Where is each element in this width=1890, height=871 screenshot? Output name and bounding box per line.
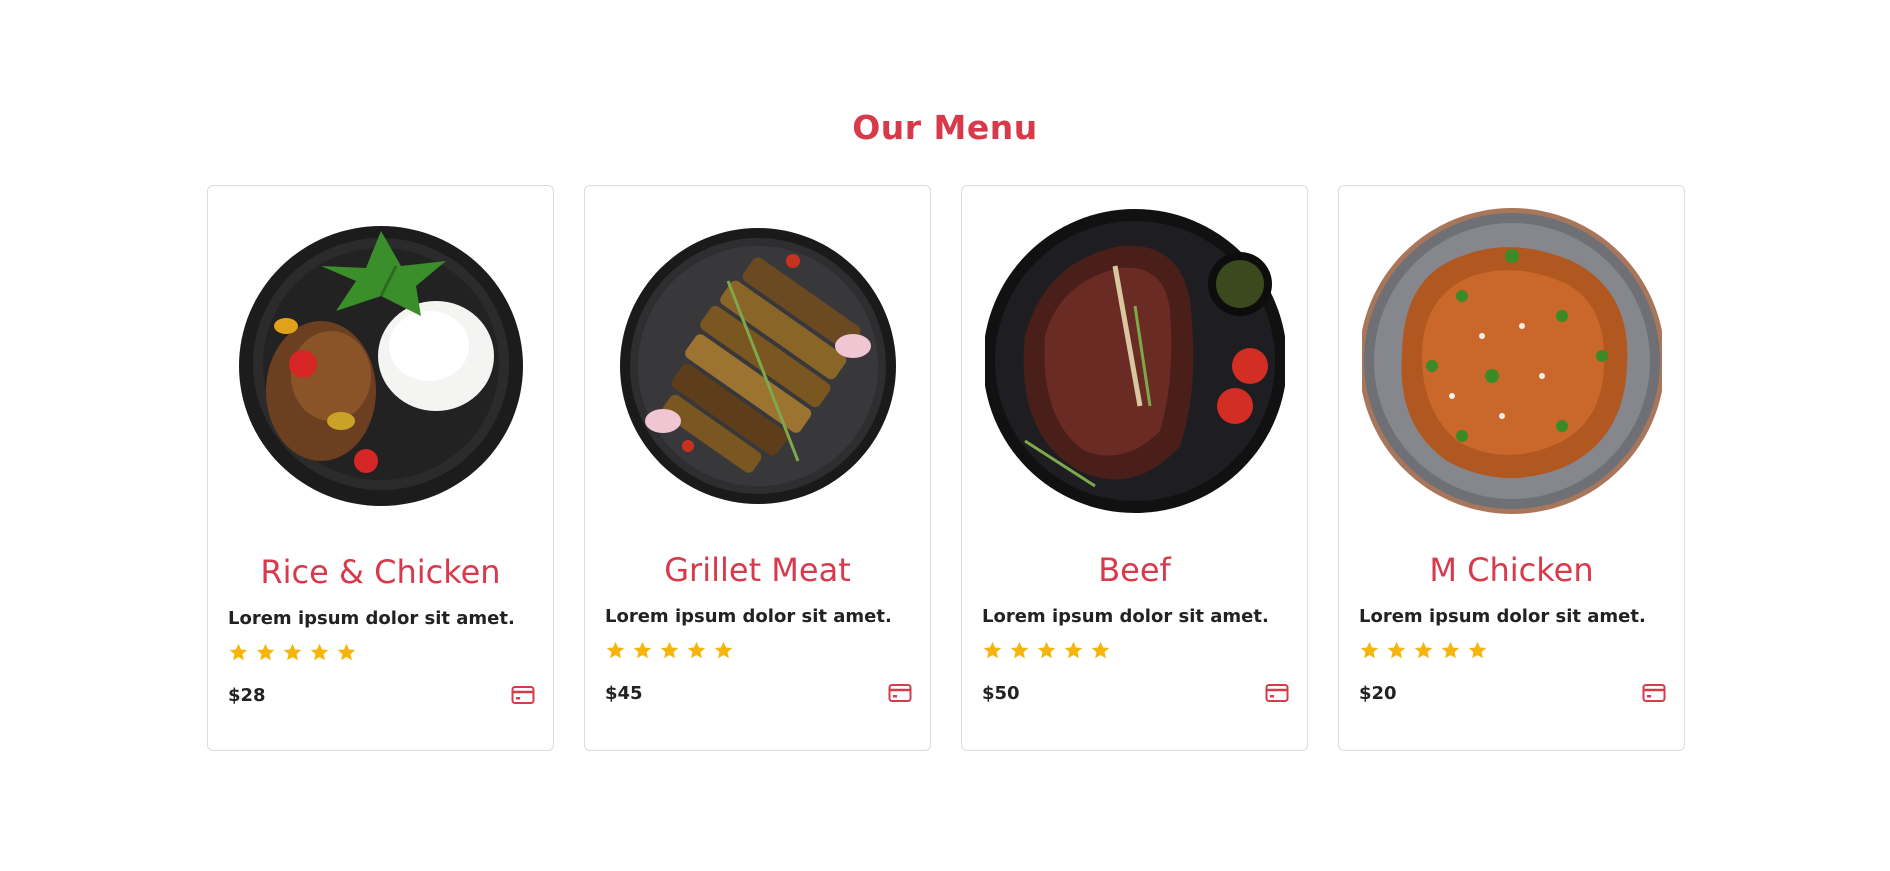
star-icon [687,641,706,659]
menu-item-name: Grillet Meat [664,551,851,589]
beef-steak-plate-image [984,206,1285,516]
menu-card-rice-chicken[interactable]: Rice & Chicken Lorem ipsum dolor sit ame… [207,185,554,751]
star-icon [229,643,248,661]
rating-stars [605,640,734,661]
star-icon [1091,641,1110,659]
rice-chicken-plate-image [231,206,531,516]
star-icon [1010,641,1029,659]
star-icon [660,641,679,659]
menu-cards: Rice & Chicken Lorem ipsum dolor sit ame… [207,185,1685,751]
grilled-meat-plate-image [608,206,908,516]
menu-item-description: Lorem ipsum dolor sit amet. [228,608,515,629]
menu-card-beef[interactable]: Beef Lorem ipsum dolor sit amet. $50 [961,185,1308,751]
menu-item-name: Beef [1098,551,1171,589]
menu-item-name: M Chicken [1429,551,1594,589]
rating-stars [228,642,357,663]
credit-card-icon[interactable] [1265,683,1289,703]
menu-item-price: $45 [605,683,643,704]
menu-item-price: $20 [1359,683,1397,704]
credit-card-icon[interactable] [888,683,912,703]
star-icon [283,643,302,661]
star-icon [337,643,356,661]
menu-item-description: Lorem ipsum dolor sit amet. [605,606,892,627]
menu-item-description: Lorem ipsum dolor sit amet. [982,606,1269,627]
star-icon [1414,641,1433,659]
star-icon [714,641,733,659]
star-icon [633,641,652,659]
rating-stars [1359,640,1488,661]
menu-card-grillet-meat[interactable]: Grillet Meat Lorem ipsum dolor sit amet.… [584,185,931,751]
menu-page: Our Menu Rice & Chicken Lorem ipsum dolo… [0,0,1890,871]
star-icon [310,643,329,661]
star-icon [1037,641,1056,659]
menu-item-price: $28 [228,685,266,706]
star-icon [1468,641,1487,659]
star-icon [983,641,1002,659]
section-title: Our Menu [852,108,1038,147]
star-icon [1387,641,1406,659]
star-icon [1064,641,1083,659]
credit-card-icon[interactable] [1642,683,1666,703]
menu-item-description: Lorem ipsum dolor sit amet. [1359,606,1646,627]
star-icon [606,641,625,659]
credit-card-icon[interactable] [511,685,535,705]
menu-item-name: Rice & Chicken [260,553,501,591]
menu-item-price: $50 [982,683,1020,704]
star-icon [1360,641,1379,659]
menu-card-m-chicken[interactable]: M Chicken Lorem ipsum dolor sit amet. $2… [1338,185,1685,751]
star-icon [256,643,275,661]
chicken-plate-image [1361,206,1662,516]
rating-stars [982,640,1111,661]
star-icon [1441,641,1460,659]
